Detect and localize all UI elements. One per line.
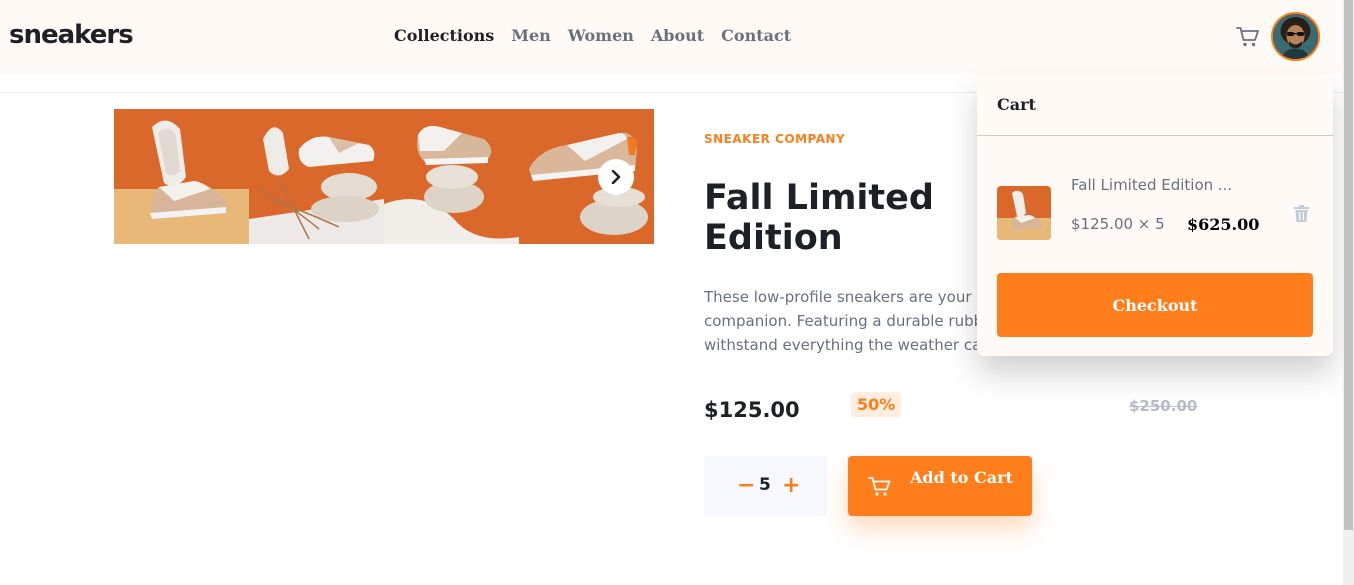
scrollbar-thumb[interactable] xyxy=(1344,0,1353,530)
checkout-button[interactable]: Checkout xyxy=(997,273,1313,337)
site-header: sneakers Collections Men Women About Con… xyxy=(0,0,1343,74)
cart-item-thumbnail xyxy=(997,186,1051,240)
chevron-right-icon xyxy=(611,170,621,184)
quantity-value: 5 xyxy=(759,475,771,495)
add-to-cart-button[interactable]: Add to Cart xyxy=(848,456,1032,516)
gallery-next-button[interactable] xyxy=(598,159,634,195)
user-avatar[interactable] xyxy=(1271,12,1320,61)
current-price: $125.00 xyxy=(704,398,800,422)
gallery-thumb-3[interactable] xyxy=(384,109,519,244)
main-nav: Collections Men Women About Contact xyxy=(394,26,791,45)
quantity-minus-button[interactable]: − xyxy=(737,473,755,499)
cart-item-calculation: $125.00 × 5 xyxy=(1071,215,1165,233)
nav-women[interactable]: Women xyxy=(568,26,634,45)
page-scrollbar[interactable] xyxy=(1343,0,1354,585)
nav-collections[interactable]: Collections xyxy=(394,26,494,45)
nav-contact[interactable]: Contact xyxy=(721,26,791,45)
nav-men[interactable]: Men xyxy=(511,26,551,45)
company-name: SNEAKER COMPANY xyxy=(704,132,846,146)
product-page: sneakers Collections Men Women About Con… xyxy=(0,0,1354,585)
original-price: $250.00 xyxy=(1129,397,1198,415)
add-to-cart-label: Add to Cart xyxy=(910,468,1013,487)
nav-about[interactable]: About xyxy=(651,26,704,45)
product-description: These low-profile sneakers are your perf… xyxy=(704,288,1004,354)
cart-item-total: $625.00 xyxy=(1187,215,1260,234)
quantity-stepper: − 5 + xyxy=(704,456,827,516)
trash-icon[interactable] xyxy=(1294,205,1309,222)
cart-item-name: Fall Limited Edition ... xyxy=(1071,176,1233,194)
gallery-thumb-2[interactable] xyxy=(249,109,384,244)
cart-dropdown: Cart Fall Limited Edition ... $125.00 × … xyxy=(977,74,1333,356)
gallery-thumb-1[interactable] xyxy=(114,109,249,244)
cart-icon xyxy=(868,477,891,496)
cart-icon[interactable] xyxy=(1235,23,1261,49)
cart-title: Cart xyxy=(997,95,1036,114)
discount-badge: 50% xyxy=(851,392,902,417)
product-title: Fall Limited Edition Sneakers xyxy=(704,178,934,262)
product-gallery xyxy=(114,109,654,244)
cart-divider xyxy=(977,135,1333,136)
quantity-plus-button[interactable]: + xyxy=(782,473,800,499)
brand-logo[interactable]: sneakers xyxy=(9,20,134,50)
